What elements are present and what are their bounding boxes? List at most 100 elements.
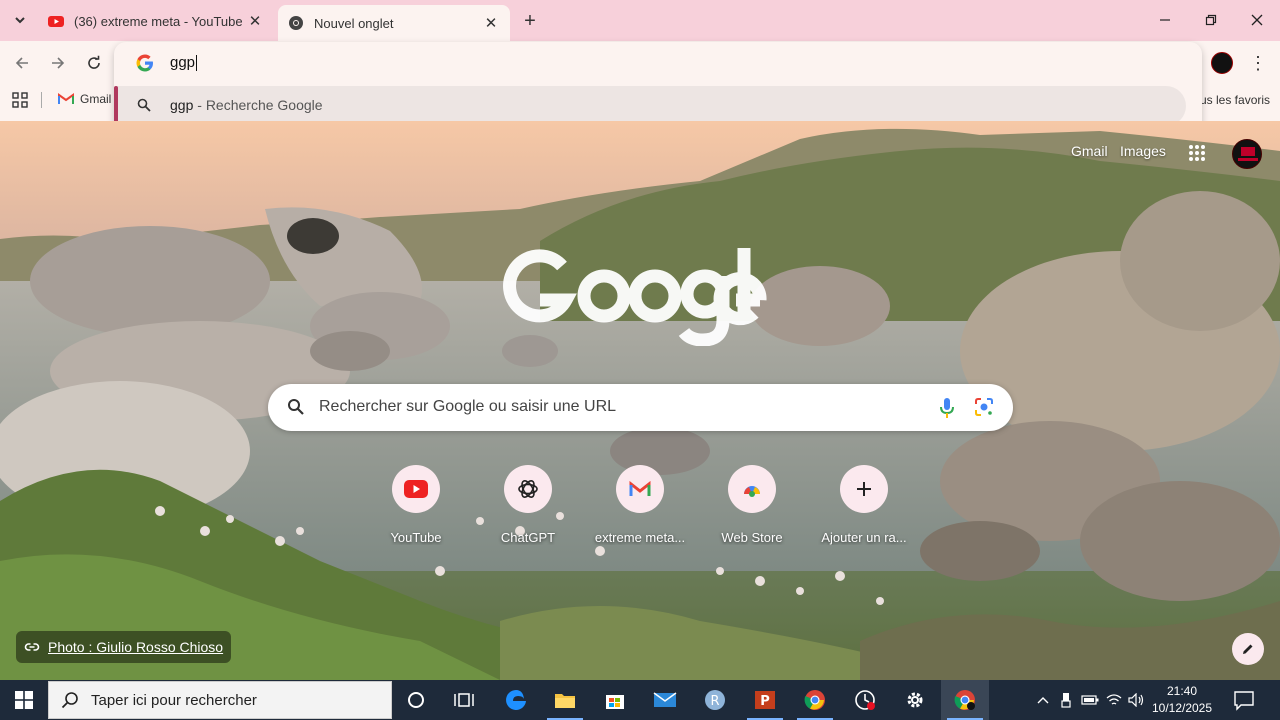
account-avatar[interactable] (1232, 139, 1262, 169)
gmail-icon (58, 93, 74, 104)
close-icon[interactable]: ✕ (482, 14, 500, 32)
chrome-icon (954, 690, 975, 710)
windows-logo-icon (15, 691, 33, 709)
search-icon (137, 98, 151, 112)
suggestion-query: ggp (170, 97, 194, 113)
shortcut-chatgpt[interactable]: ChatGPT (473, 464, 583, 554)
edge-icon (506, 690, 526, 710)
omnibox-text: ggp (170, 54, 196, 71)
tray-battery[interactable] (1080, 690, 1100, 710)
apps-grid-icon[interactable] (12, 92, 28, 108)
shortcut-label: YouTube (390, 530, 442, 545)
task-view-icon (454, 693, 474, 707)
google-lens-icon[interactable] (974, 397, 994, 417)
svg-text:R: R (710, 694, 719, 709)
bookmarks-separator (41, 92, 42, 108)
shortcut-extreme-meta[interactable]: extreme meta... (585, 464, 695, 554)
r-app-icon: R (705, 690, 725, 710)
reload-button[interactable] (82, 51, 106, 75)
minimize-button[interactable] (1142, 6, 1188, 34)
all-bookmarks[interactable]: us les favoris (1200, 93, 1270, 107)
shortcut-add[interactable]: Ajouter un ra... (809, 464, 919, 554)
taskbar-chrome[interactable] (791, 680, 839, 720)
shortcut-icon-tile (840, 465, 888, 513)
shortcut-icon-tile (728, 465, 776, 513)
taskbar-powerpoint[interactable]: P (741, 680, 789, 720)
task-view-button[interactable] (440, 680, 488, 720)
shortcut-icon-tile (504, 465, 552, 513)
shortcut-youtube[interactable]: YouTube (361, 464, 471, 554)
photo-credit-text: Photo : Giulio Rosso Chioso (48, 639, 224, 655)
ntp-images-link[interactable]: Images (1120, 143, 1166, 159)
profile-avatar[interactable] (1211, 52, 1233, 74)
shortcut-label: Ajouter un ra... (821, 530, 907, 545)
cortana-icon (408, 692, 424, 708)
tray-volume[interactable] (1127, 690, 1147, 710)
youtube-icon (404, 480, 428, 498)
tab-new-tab[interactable]: Nouvel onglet ✕ (278, 5, 510, 41)
back-button[interactable] (10, 51, 34, 75)
close-icon (1251, 14, 1263, 26)
clock-app-icon (855, 690, 875, 710)
shortcut-web-store[interactable]: Web Store (697, 464, 807, 554)
usb-device-icon (1061, 693, 1071, 708)
taskbar-r-app[interactable]: R (691, 680, 739, 720)
powerpoint-icon: P (755, 691, 775, 709)
tab-search-button[interactable] (8, 8, 32, 32)
notification-center-icon[interactable] (1232, 688, 1256, 712)
taskbar-store[interactable] (591, 680, 639, 720)
search-icon (288, 399, 304, 415)
restore-button[interactable] (1188, 6, 1234, 34)
microphone-icon[interactable] (938, 397, 956, 419)
webstore-icon (744, 486, 760, 497)
cortana-button[interactable] (392, 680, 440, 720)
taskbar-chrome-profile[interactable] (941, 680, 989, 720)
google-logo (503, 248, 767, 346)
clock-date: 10/12/2025 (1151, 701, 1213, 715)
store-icon (606, 695, 624, 709)
customize-chrome-button[interactable] (1232, 633, 1264, 665)
taskbar-mail[interactable] (641, 680, 689, 720)
shortcut-label: Web Store (721, 530, 783, 545)
arrow-right-icon (52, 57, 65, 69)
tray-overflow-button[interactable] (1033, 690, 1053, 710)
close-icon[interactable]: ✕ (246, 12, 264, 30)
taskbar-edge[interactable] (492, 680, 540, 720)
shortcut-icon-tile (392, 465, 440, 513)
bookmark-gmail[interactable]: Gmail (58, 92, 111, 106)
restore-icon (1205, 14, 1217, 26)
taskbar-search-box[interactable]: Taper ici pour rechercher (48, 681, 392, 719)
gear-icon (907, 692, 923, 708)
chrome-menu-button[interactable]: ⋮ (1248, 52, 1268, 74)
youtube-icon (48, 16, 64, 27)
google-apps-icon[interactable] (1188, 144, 1206, 162)
tab-youtube[interactable]: (36) extreme meta - YouTube ✕ (38, 5, 274, 37)
chrome-icon (804, 690, 825, 710)
omnibox-input[interactable]: ggp (170, 52, 198, 74)
start-button[interactable] (0, 680, 48, 720)
tray-wifi[interactable] (1104, 690, 1124, 710)
suggestion-source: Recherche Google (205, 97, 323, 113)
svg-text:P: P (760, 694, 770, 709)
reload-icon (88, 55, 100, 69)
new-tab-button[interactable]: + (518, 9, 542, 33)
photo-credit-link[interactable]: Photo : Giulio Rosso Chioso (16, 631, 232, 663)
taskbar-clock-app[interactable] (841, 680, 889, 720)
tab-title: (36) extreme meta - YouTube (74, 13, 243, 29)
more-vertical-icon: ⋮ (1249, 52, 1267, 73)
taskbar-clock[interactable]: 21:40 10/12/2025 (1150, 683, 1214, 717)
taskbar-settings[interactable] (891, 680, 939, 720)
ntp-gmail-link[interactable]: Gmail (1071, 143, 1108, 159)
plus-icon (857, 482, 871, 496)
shortcut-icon-tile (616, 465, 664, 513)
close-window-button[interactable] (1234, 6, 1280, 34)
taskbar-file-explorer[interactable] (541, 680, 589, 720)
taskbar-search-placeholder: Taper ici pour rechercher (91, 691, 257, 709)
bookmark-label: Gmail (80, 92, 112, 106)
tray-usb[interactable] (1056, 690, 1076, 710)
forward-button[interactable] (46, 51, 70, 75)
speaker-icon (1128, 693, 1144, 707)
text-caret (196, 55, 198, 72)
plus-icon: + (524, 9, 536, 32)
mail-icon (653, 692, 677, 707)
